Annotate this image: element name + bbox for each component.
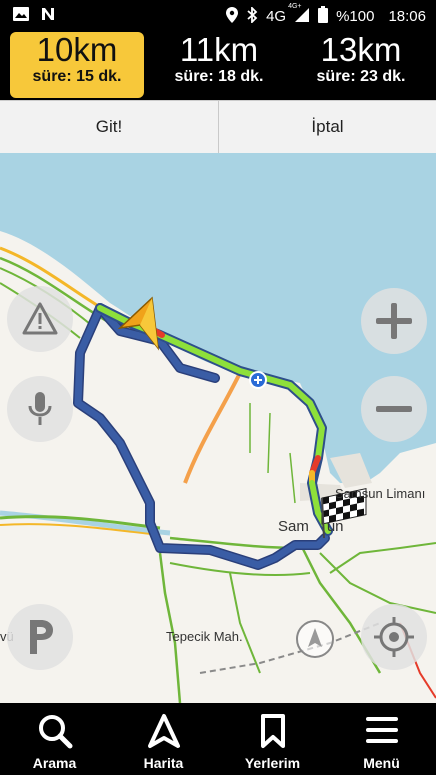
route-distance: 11km bbox=[179, 31, 259, 68]
search-icon bbox=[38, 715, 72, 749]
battery-percent: %100 bbox=[336, 8, 375, 25]
zoom-out-icon bbox=[376, 406, 412, 412]
route-duration: süre: 18 dk. bbox=[174, 68, 264, 85]
microphone-icon bbox=[28, 392, 52, 425]
voice-button[interactable] bbox=[7, 376, 73, 442]
route-distance: 13km bbox=[320, 31, 402, 68]
location-icon bbox=[226, 6, 239, 27]
parking-button[interactable] bbox=[7, 604, 73, 670]
map-label-city: Sam un bbox=[278, 518, 344, 535]
nav-label: Harita bbox=[143, 755, 184, 771]
locate-icon bbox=[374, 617, 414, 657]
cancel-button[interactable]: İptal bbox=[219, 101, 436, 153]
image-icon bbox=[12, 6, 30, 27]
nav-label: Arama bbox=[32, 755, 77, 771]
clock: 18:06 bbox=[388, 8, 426, 25]
route-option-1[interactable]: 10km süre: 15 dk. bbox=[10, 32, 144, 98]
hazard-icon bbox=[22, 302, 58, 335]
bottom-navigation: Arama Harita Yerlerim Menü bbox=[0, 703, 436, 775]
compass-button[interactable] bbox=[296, 620, 334, 658]
route-options: 10km süre: 15 dk. 11km süre: 18 dk. 13km… bbox=[0, 30, 436, 100]
navigation-arrow-icon bbox=[147, 714, 180, 748]
go-button[interactable]: Git! bbox=[0, 101, 218, 153]
nav-map[interactable]: Harita bbox=[109, 703, 218, 775]
map-label-district: Tepecik Mah. bbox=[166, 629, 243, 644]
battery-icon bbox=[318, 6, 329, 27]
n-notification-icon bbox=[40, 6, 56, 27]
zoom-in-icon bbox=[376, 303, 412, 339]
nav-label: Menü bbox=[363, 755, 400, 771]
bluetooth-icon bbox=[246, 5, 258, 27]
zoom-out-button[interactable] bbox=[361, 376, 427, 442]
route-distance: 10km bbox=[36, 31, 118, 68]
bookmark-icon bbox=[260, 714, 285, 748]
status-bar: 4G 4G+ %100 18:06 bbox=[0, 0, 436, 30]
compass-icon bbox=[308, 628, 322, 647]
nav-label: Yerlerim bbox=[244, 755, 301, 771]
map-view[interactable]: Samsun Limanı Samun Tepecik Mah. vü bbox=[0, 153, 436, 703]
nav-search[interactable]: Arama bbox=[0, 703, 109, 775]
route-option-2[interactable]: 11km süre: 18 dk. bbox=[152, 32, 286, 98]
route-actions: Git! İptal bbox=[0, 100, 436, 154]
route-option-3[interactable]: 13km süre: 23 dk. bbox=[294, 32, 428, 98]
menu-icon bbox=[365, 717, 398, 743]
hazard-button[interactable] bbox=[7, 286, 73, 352]
network-type: 4G 4G+ bbox=[266, 3, 302, 25]
route-duration: süre: 23 dk. bbox=[316, 68, 406, 85]
locate-button[interactable] bbox=[361, 604, 427, 670]
parking-icon bbox=[30, 620, 53, 654]
nav-places[interactable]: Yerlerim bbox=[218, 703, 327, 775]
route-duration: süre: 15 dk. bbox=[32, 68, 122, 85]
zoom-in-button[interactable] bbox=[361, 288, 427, 354]
map-label-port: Samsun Limanı bbox=[335, 486, 426, 501]
nav-menu[interactable]: Menü bbox=[327, 703, 436, 775]
